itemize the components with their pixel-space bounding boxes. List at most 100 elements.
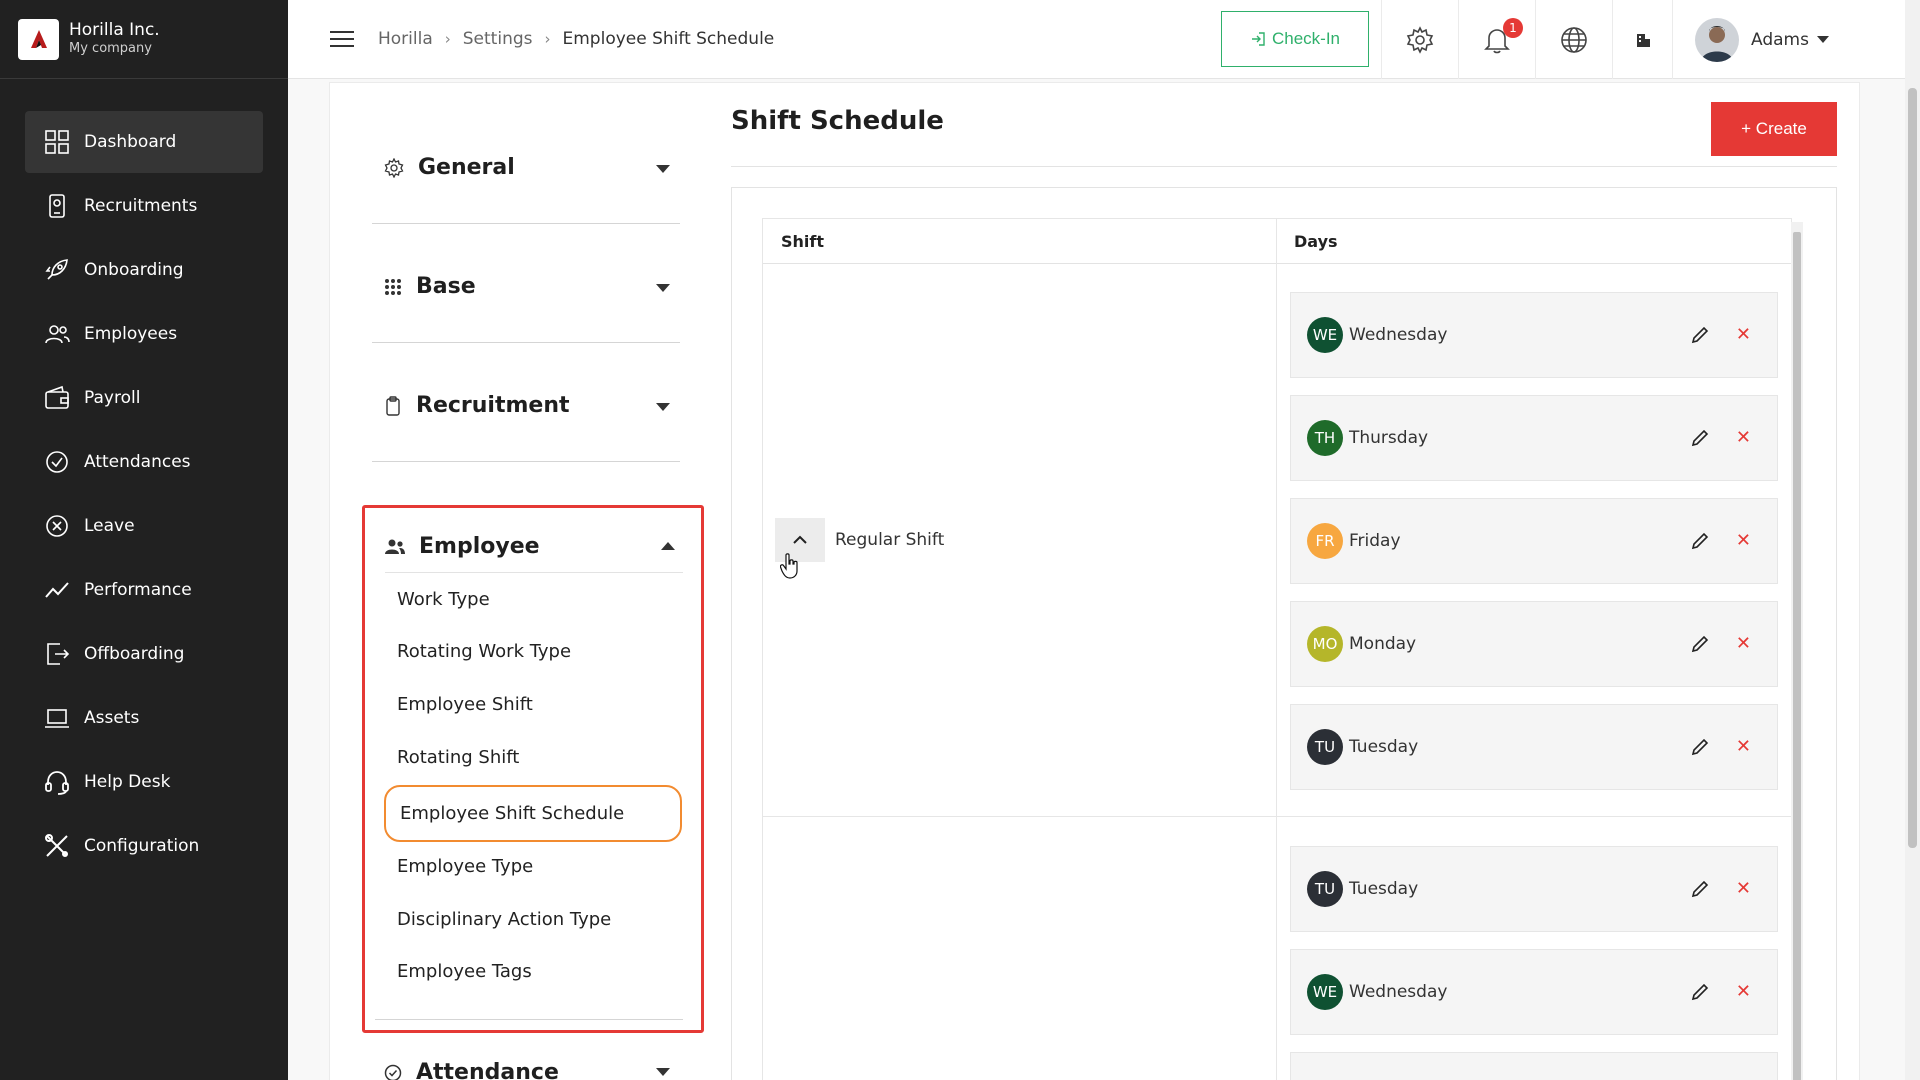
grid-dots-icon — [385, 278, 401, 295]
shift-schedule-table: Shift Days Regular Shift WE Wednesday ✕ … — [762, 218, 1793, 1080]
section-title: Employee — [419, 534, 540, 559]
employee-section-header[interactable]: Employee — [385, 534, 540, 559]
shift-name: Regular Shift — [835, 530, 945, 550]
nav-item-leave[interactable]: Leave — [25, 495, 263, 557]
caret-down-icon[interactable] — [656, 165, 670, 173]
delete-x-icon[interactable]: ✕ — [1736, 633, 1751, 654]
menu-item-employee-tags[interactable]: Employee Tags — [397, 961, 532, 982]
nav-item-assets[interactable]: Assets — [25, 687, 263, 749]
company-switch-button[interactable] — [1612, 0, 1672, 79]
day-card: TU Tuesday ✕ — [1290, 846, 1778, 932]
divider — [385, 572, 683, 573]
nav-label: Configuration — [84, 836, 200, 856]
delete-x-icon[interactable]: ✕ — [1736, 878, 1751, 899]
menu-item-work-type[interactable]: Work Type — [397, 589, 490, 610]
menu-item-rotating-shift[interactable]: Rotating Shift — [397, 747, 519, 768]
building-icon — [1636, 33, 1650, 47]
section-title: General — [418, 155, 515, 180]
edit-pencil-icon[interactable] — [1691, 635, 1709, 653]
menu-item-employee-type[interactable]: Employee Type — [397, 856, 533, 877]
clipboard-icon — [386, 395, 400, 416]
edit-pencil-icon[interactable] — [1691, 532, 1709, 550]
caret-down-icon[interactable] — [656, 284, 670, 292]
nav-item-help-desk[interactable]: Help Desk — [25, 751, 263, 813]
users-icon — [42, 319, 72, 349]
language-button[interactable] — [1535, 0, 1611, 79]
settings-section-general[interactable]: General — [372, 105, 680, 224]
settings-section-base[interactable]: Base — [372, 224, 680, 343]
delete-x-icon[interactable]: ✕ — [1736, 427, 1751, 448]
day-badge: FR — [1307, 523, 1343, 559]
brand[interactable]: Horilla Inc. My company — [0, 0, 288, 79]
breadcrumb-item[interactable]: Settings — [463, 29, 533, 49]
delete-x-icon[interactable]: ✕ — [1736, 324, 1751, 345]
table-scrollbar-thumb[interactable] — [1793, 232, 1801, 1080]
edit-pencil-icon[interactable] — [1691, 738, 1709, 756]
edit-pencil-icon[interactable] — [1691, 880, 1709, 898]
nav-item-dashboard[interactable]: Dashboard — [25, 111, 263, 173]
user-menu[interactable]: Adams — [1672, 0, 1852, 79]
nav-item-onboarding[interactable]: Onboarding — [25, 239, 263, 301]
chevron-right-icon: › — [544, 30, 551, 48]
section-title: Base — [416, 274, 476, 299]
breadcrumb-item[interactable]: Horilla — [378, 29, 433, 49]
create-button[interactable]: + Create — [1711, 102, 1837, 156]
nav-item-configuration[interactable]: Configuration — [25, 815, 263, 877]
x-circle-icon — [42, 511, 72, 541]
day-card: FR Friday ✕ — [1290, 498, 1778, 584]
day-card: TU Tuesday ✕ — [1290, 704, 1778, 790]
day-card: WE Wednesday ✕ — [1290, 949, 1778, 1035]
edit-pencil-icon[interactable] — [1691, 429, 1709, 447]
main-nav: Dashboard Recruitments Onboarding Employ… — [0, 79, 288, 877]
avatar — [1695, 17, 1739, 62]
day-name: Monday — [1349, 634, 1417, 654]
edit-pencil-icon[interactable] — [1691, 983, 1709, 1001]
globe-icon — [1560, 26, 1587, 53]
check-in-button[interactable]: Check-In — [1221, 11, 1369, 67]
menu-toggle-icon[interactable] — [330, 31, 354, 47]
page-scrollbar-thumb[interactable] — [1908, 88, 1917, 848]
nav-item-attendances[interactable]: Attendances — [25, 431, 263, 493]
edit-pencil-icon[interactable] — [1691, 326, 1709, 344]
nav-item-performance[interactable]: Performance — [25, 559, 263, 621]
day-card: TH Thursday ✕ — [1290, 395, 1778, 481]
hand-cursor-icon — [780, 553, 798, 579]
column-header-shift: Shift — [763, 219, 1276, 264]
delete-x-icon[interactable]: ✕ — [1736, 981, 1751, 1002]
caret-down-icon[interactable] — [656, 403, 670, 411]
page-scrollbar[interactable] — [1905, 0, 1920, 1080]
menu-item-disciplinary-action-type[interactable]: Disciplinary Action Type — [397, 909, 611, 930]
company-subtitle: My company — [69, 41, 152, 56]
topbar: Horilla › Settings › Employee Shift Sche… — [288, 0, 1920, 79]
settings-button[interactable] — [1381, 0, 1457, 79]
caret-up-icon[interactable] — [661, 542, 675, 550]
delete-x-icon[interactable]: ✕ — [1736, 530, 1751, 551]
delete-x-icon[interactable]: ✕ — [1736, 736, 1751, 757]
notifications-button[interactable]: 1 — [1458, 0, 1534, 79]
day-badge: TH — [1307, 420, 1343, 456]
nav-item-recruitments[interactable]: Recruitments — [25, 175, 263, 237]
table-scrollbar[interactable] — [1791, 222, 1803, 1080]
nav-label: Recruitments — [84, 196, 198, 216]
day-name: Wednesday — [1349, 325, 1448, 345]
nav-item-payroll[interactable]: Payroll — [25, 367, 263, 429]
notification-badge: 1 — [1503, 18, 1523, 38]
menu-item-employee-shift[interactable]: Employee Shift — [397, 694, 533, 715]
menu-item-employee-shift-schedule[interactable]: Employee Shift Schedule — [384, 785, 682, 842]
day-badge: TU — [1307, 871, 1343, 907]
dashboard-icon — [42, 127, 72, 157]
nav-item-offboarding[interactable]: Offboarding — [25, 623, 263, 685]
day-name: Tuesday — [1349, 879, 1419, 899]
nav-label: Performance — [84, 580, 192, 600]
gear-icon — [1406, 25, 1433, 54]
people-icon — [385, 539, 405, 554]
settings-section-recruitment[interactable]: Recruitment — [372, 343, 680, 462]
menu-item-rotating-work-type[interactable]: Rotating Work Type — [397, 641, 571, 662]
check-circle-icon — [384, 1064, 402, 1080]
caret-down-icon[interactable] — [656, 1068, 670, 1076]
tools-icon — [42, 831, 72, 861]
caret-down-icon — [1816, 36, 1829, 43]
divider — [375, 1019, 683, 1020]
nav-item-employees[interactable]: Employees — [25, 303, 263, 365]
nav-label: Dashboard — [84, 132, 177, 152]
